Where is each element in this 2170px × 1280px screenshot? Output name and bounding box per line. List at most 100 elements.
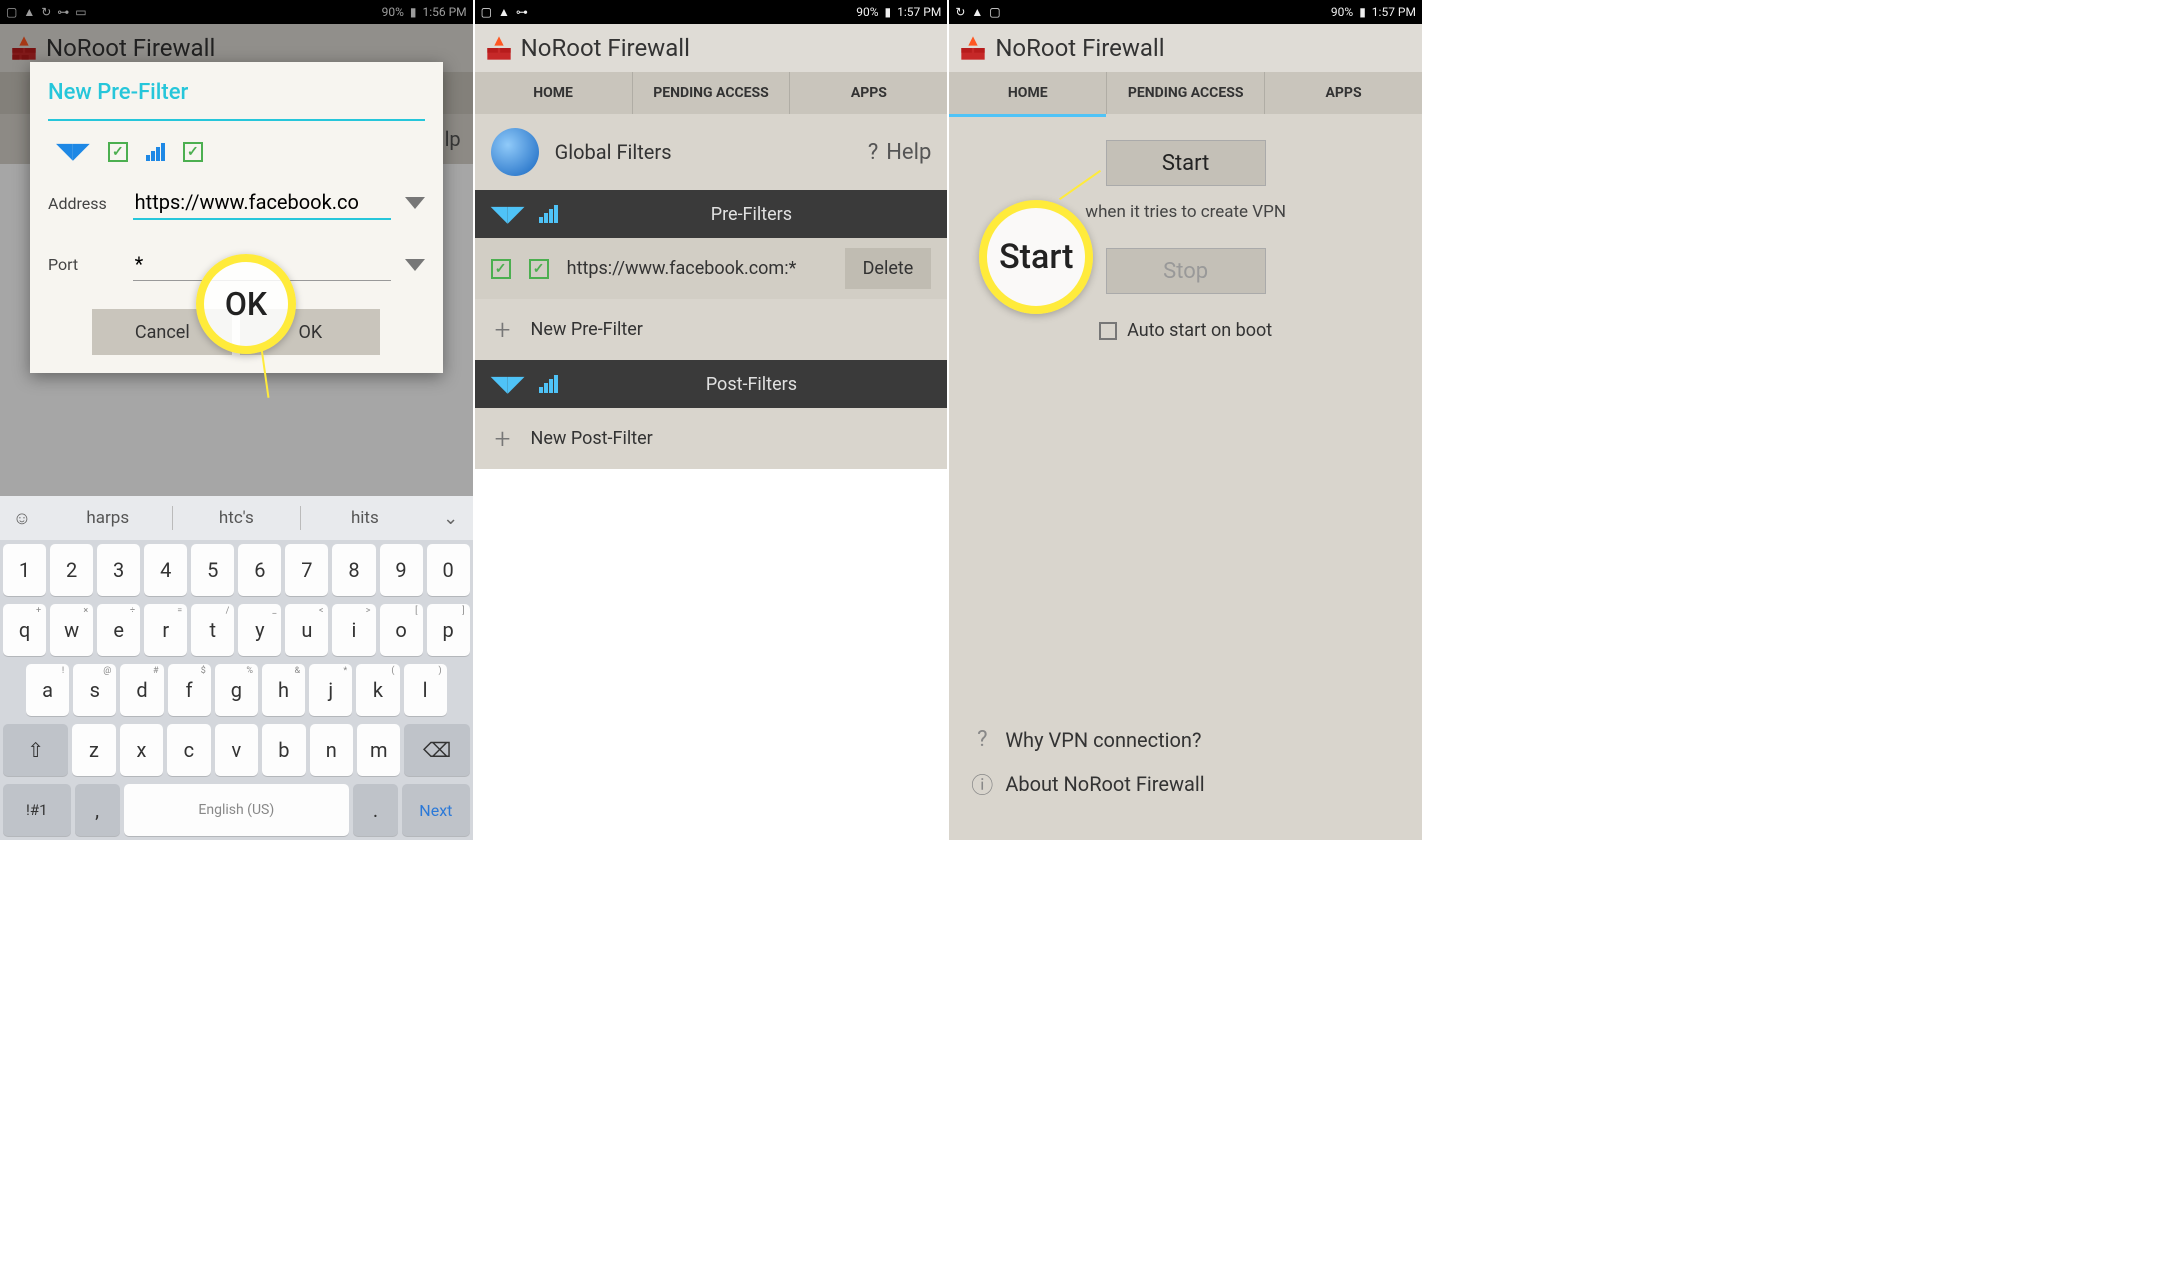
key-4[interactable]: 4 xyxy=(144,544,187,596)
key-0[interactable]: 0 xyxy=(427,544,470,596)
key-v[interactable]: v xyxy=(215,724,258,776)
key-z[interactable]: z xyxy=(72,724,115,776)
key-7[interactable]: 7 xyxy=(285,544,328,596)
wifi-checkbox[interactable]: ✓ xyxy=(108,142,128,162)
delete-button[interactable]: Delete xyxy=(845,248,932,289)
key-b[interactable]: b xyxy=(262,724,305,776)
key-p[interactable]: ]p xyxy=(427,604,470,656)
key-g[interactable]: %g xyxy=(215,664,258,716)
emoji-icon[interactable]: ☺ xyxy=(0,508,44,529)
tab-apps[interactable]: APPS xyxy=(790,72,947,114)
key-3[interactable]: 3 xyxy=(97,544,140,596)
tab-home[interactable]: HOME xyxy=(949,72,1107,114)
key-j[interactable]: *j xyxy=(309,664,352,716)
battery-percent: 90% xyxy=(856,5,878,19)
key-y[interactable]: _y xyxy=(238,604,281,656)
screenshot-1: ▢ ▲ ↻ ⊶ ▭ 90% ▮ 1:56 PM NoRoot Firewall … xyxy=(0,0,475,840)
key-a[interactable]: !a xyxy=(26,664,69,716)
about-link[interactable]: ⓘ About NoRoot Firewall xyxy=(969,760,1402,808)
cell-checkbox[interactable]: ✓ xyxy=(529,259,549,279)
kb-row-zxcv: ⇧ z x c v b n m ⌫ xyxy=(0,720,473,780)
status-bar: ▢▲⊶ 90%▮ 1:57 PM xyxy=(475,0,948,24)
key-symbols[interactable]: !#1 xyxy=(3,784,71,836)
tab-apps[interactable]: APPS xyxy=(1265,72,1422,114)
key-w[interactable]: ×w xyxy=(50,604,93,656)
key-s[interactable]: @s xyxy=(73,664,116,716)
tab-bar: HOME PENDING ACCESS APPS xyxy=(475,72,948,114)
key-9[interactable]: 9 xyxy=(380,544,423,596)
auto-start-row[interactable]: Auto start on boot xyxy=(1099,320,1272,341)
key-k[interactable]: (k xyxy=(356,664,399,716)
key-c[interactable]: c xyxy=(167,724,210,776)
auto-start-checkbox[interactable] xyxy=(1099,322,1117,340)
new-prefilter-dialog: New Pre-Filter ◥◤ ✓ ✓ Address Port Cance… xyxy=(30,62,443,373)
clock: 1:57 PM xyxy=(1372,5,1416,19)
key-o[interactable]: [o xyxy=(380,604,423,656)
screenshot-2: ▢▲⊶ 90%▮ 1:57 PM NoRoot Firewall HOME PE… xyxy=(475,0,950,840)
new-prefilter-button[interactable]: + New Pre-Filter xyxy=(475,299,948,360)
key-period[interactable]: . xyxy=(353,784,398,836)
suggestion-2[interactable]: htc's xyxy=(173,508,301,528)
cell-checkbox[interactable]: ✓ xyxy=(183,142,203,162)
info-icon: ⓘ xyxy=(969,768,995,800)
stop-button[interactable]: Stop xyxy=(1106,248,1266,294)
key-i[interactable]: >i xyxy=(332,604,375,656)
prefilters-header: ◥◤ Pre-Filters xyxy=(475,190,948,238)
key-space[interactable]: English (US) xyxy=(124,784,349,836)
home-screen: Start when it tries to create VPN Stop A… xyxy=(949,114,1422,840)
key-x[interactable]: x xyxy=(120,724,163,776)
app-name: NoRoot Firewall xyxy=(521,34,690,62)
port-input[interactable] xyxy=(133,248,391,281)
address-input[interactable] xyxy=(133,186,391,220)
connection-toggles: ◥◤ ✓ ✓ xyxy=(48,139,425,164)
cancel-button[interactable]: Cancel xyxy=(92,309,232,355)
global-filters-header: Global Filters ?Help xyxy=(475,114,948,190)
address-label: Address xyxy=(48,194,119,213)
key-backspace[interactable]: ⌫ xyxy=(404,724,469,776)
key-shift[interactable]: ⇧ xyxy=(3,724,68,776)
key-r[interactable]: =r xyxy=(144,604,187,656)
key-l[interactable]: )l xyxy=(404,664,447,716)
suggestion-1[interactable]: harps xyxy=(44,508,172,528)
key-n[interactable]: n xyxy=(310,724,353,776)
port-row: Port xyxy=(48,248,425,281)
tab-home[interactable]: HOME xyxy=(475,72,633,114)
postfilters-header: ◥◤ Post-Filters xyxy=(475,360,948,408)
question-icon: ? xyxy=(969,727,995,752)
new-postfilter-button[interactable]: + New Post-Filter xyxy=(475,408,948,469)
tab-pending[interactable]: PENDING ACCESS xyxy=(633,72,791,114)
help-button[interactable]: ?Help xyxy=(868,140,931,165)
key-5[interactable]: 5 xyxy=(191,544,234,596)
key-u[interactable]: <u xyxy=(285,604,328,656)
address-row: Address xyxy=(48,186,425,220)
key-6[interactable]: 6 xyxy=(238,544,281,596)
key-h[interactable]: &h xyxy=(262,664,305,716)
plus-icon: + xyxy=(495,313,511,346)
globe-icon xyxy=(491,128,539,176)
key-2[interactable]: 2 xyxy=(50,544,93,596)
key-d[interactable]: #d xyxy=(120,664,163,716)
firewall-icon xyxy=(959,34,987,62)
key-comma[interactable]: , xyxy=(75,784,120,836)
wifi-checkbox[interactable]: ✓ xyxy=(491,259,511,279)
address-dropdown-icon[interactable] xyxy=(405,197,425,209)
why-vpn-link[interactable]: ? Why VPN connection? xyxy=(969,719,1402,760)
tab-bar: HOME PENDING ACCESS APPS xyxy=(949,72,1422,114)
key-1[interactable]: 1 xyxy=(3,544,46,596)
key-f[interactable]: $f xyxy=(168,664,211,716)
start-button[interactable]: Start xyxy=(1106,140,1266,186)
kb-row-asdf: !a @s #d $f %g &h *j (k )l xyxy=(0,660,473,720)
key-m[interactable]: m xyxy=(357,724,400,776)
suggestion-3[interactable]: hits xyxy=(301,508,429,528)
key-t[interactable]: /t xyxy=(191,604,234,656)
key-next[interactable]: Next xyxy=(402,784,470,836)
cell-icon xyxy=(146,143,165,161)
filter-url: https://www.facebook.com:* xyxy=(567,258,827,279)
port-dropdown-icon[interactable] xyxy=(405,259,425,271)
tab-pending[interactable]: PENDING ACCESS xyxy=(1107,72,1265,114)
key-e[interactable]: ÷e xyxy=(97,604,140,656)
expand-icon[interactable]: ⌄ xyxy=(429,508,473,529)
key-8[interactable]: 8 xyxy=(332,544,375,596)
key-q[interactable]: +q xyxy=(3,604,46,656)
wifi-icon: ◥◤ xyxy=(491,372,525,397)
